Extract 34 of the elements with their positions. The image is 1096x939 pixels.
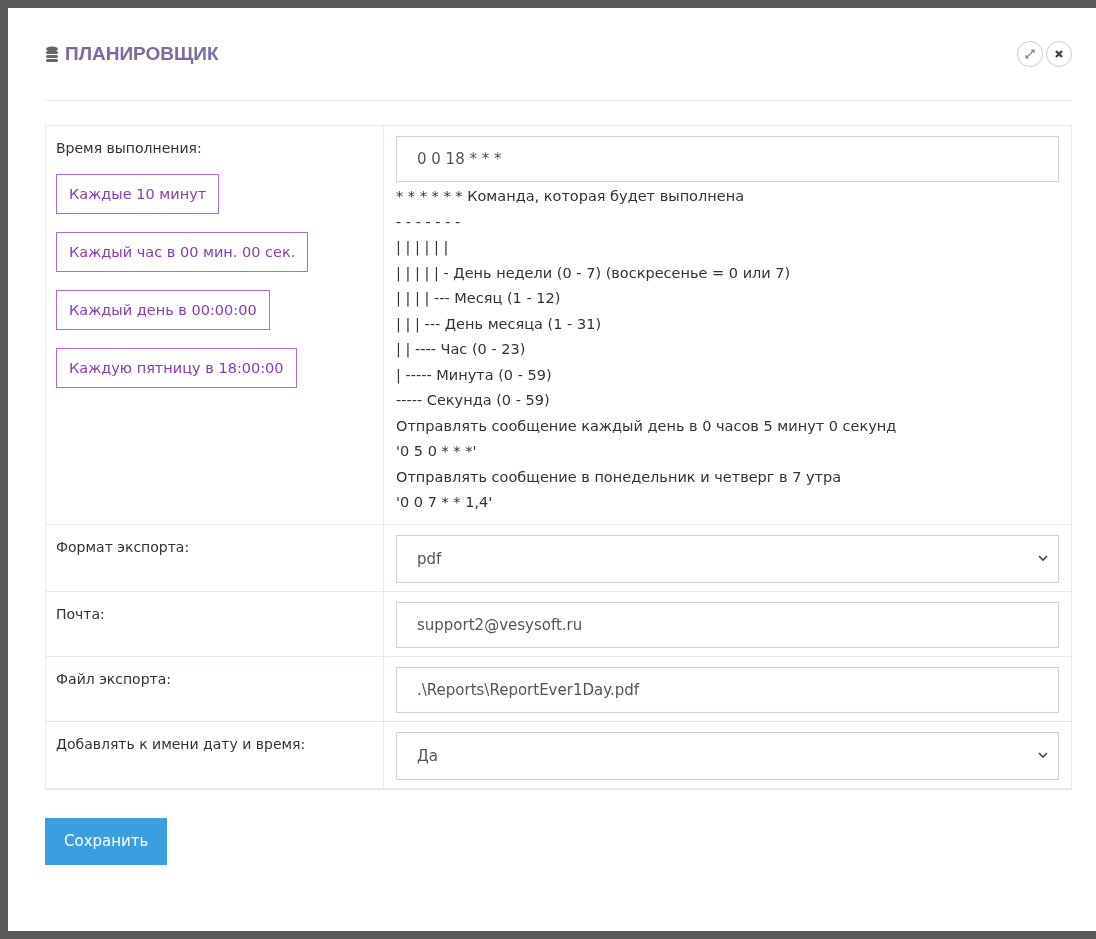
preset-button[interactable]: Каждый день в 00:00:00 xyxy=(56,290,270,330)
close-icon xyxy=(1054,49,1064,59)
help-text: | | | | --- Месяц (1 - 12) xyxy=(396,289,562,309)
chevron-icon xyxy=(1038,752,1048,759)
field-label: Время выполнения: xyxy=(56,140,203,156)
select-field[interactable]: pdf xyxy=(396,534,1059,583)
database-icon xyxy=(45,46,59,62)
help-text: | | | | | - День недели (0 - 7) (воскресенье = 0 или 7) xyxy=(396,263,792,284)
help-text: Отправлять сообщение каждый день в 0 часов 5 минут 0 секунд xyxy=(396,416,898,436)
field-label: Файл экспорта: xyxy=(56,670,173,687)
preset-button[interactable]: Каждую пятницу в 18:00:00 xyxy=(56,348,297,388)
help-text: '0 0 7 * * 1,4' xyxy=(396,493,494,512)
dialog-title: ПЛАНИРОВЩИК xyxy=(65,43,219,65)
field-label: Почта: xyxy=(56,605,106,622)
help-text: * * * * * * Команда, которая будет выполнена xyxy=(396,187,746,206)
close-button[interactable] xyxy=(1046,41,1072,67)
select-field[interactable]: Да xyxy=(396,731,1059,780)
help-text: | | | | | | xyxy=(396,238,450,258)
help-text: '0 5 0 * * *' xyxy=(396,442,478,461)
chevron-icon xyxy=(1038,555,1048,562)
help-text: | | | --- День месяца (1 - 31) xyxy=(396,314,603,335)
help-text: Отправлять сообщение в понедельник и четверг в 7 утра xyxy=(396,467,843,487)
preset-button[interactable]: Каждый час в 00 мин. 00 сек. xyxy=(56,232,309,272)
help-text: | ----- Минута (0 - 59) xyxy=(396,365,553,386)
expand-icon xyxy=(1025,49,1035,59)
field-label: Формат экспорта: xyxy=(56,538,191,555)
help-text: | | ---- Час (0 - 23) xyxy=(396,340,527,360)
text-input[interactable]: support2@vesysoft.ru xyxy=(396,601,1059,648)
help-text: - - - - - - - xyxy=(396,212,462,232)
preset-button[interactable]: Каждые 10 минут xyxy=(56,174,220,214)
cron-input[interactable]: 0 0 18 * * * xyxy=(396,136,1059,182)
text-input[interactable]: .\Reports\ReportEver1Day.pdf xyxy=(396,666,1059,713)
help-text: ----- Секунда (0 - 59) xyxy=(396,391,551,410)
field-label: Добавлять к имени дату и время: xyxy=(56,735,307,752)
